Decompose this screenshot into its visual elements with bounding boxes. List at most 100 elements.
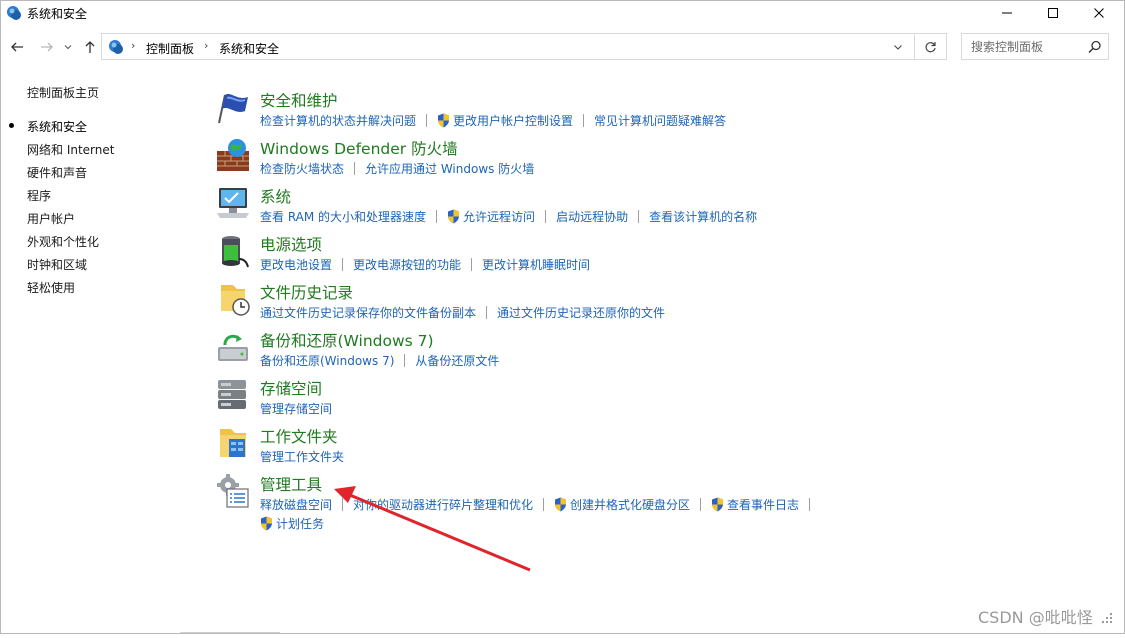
breadcrumb-system-security[interactable]: 系统和安全: [219, 40, 279, 57]
category-title[interactable]: 系统: [260, 185, 291, 207]
divider: [700, 498, 702, 511]
maximize-button[interactable]: [1030, 0, 1076, 26]
category-links: 管理工作文件夹: [260, 448, 344, 465]
link-event-log[interactable]: 查看事件日志: [727, 496, 799, 513]
divider: [404, 354, 406, 367]
link-free-disk-space[interactable]: 释放磁盘空间: [260, 496, 332, 513]
link-sleep-time[interactable]: 更改计算机睡眠时间: [482, 256, 590, 273]
category-links: 更改电池设置 更改电源按钮的功能 更改计算机睡眠时间: [260, 256, 590, 273]
close-icon: [1094, 8, 1104, 18]
sidebar-item-user-accounts[interactable]: 用户帐户: [27, 210, 75, 227]
divider: [486, 306, 488, 319]
divider: [342, 498, 344, 511]
divider: [809, 498, 811, 511]
divider: [471, 258, 473, 271]
link-remote-assist[interactable]: 启动远程协助: [556, 208, 628, 225]
storage-icon: [218, 380, 246, 409]
back-button[interactable]: [8, 37, 26, 57]
sidebar-item-label: 程序: [27, 189, 52, 203]
up-button[interactable]: [81, 37, 99, 57]
minimize-button[interactable]: [984, 0, 1030, 26]
sidebar-item-label: 轻松使用: [27, 281, 76, 295]
sidebar-item-appearance[interactable]: 外观和个性化: [27, 233, 99, 250]
link-defragment[interactable]: 对你的驱动器进行碎片整理和优化: [353, 496, 533, 513]
link-manage-work-folders[interactable]: 管理工作文件夹: [260, 448, 344, 465]
divider: [342, 258, 344, 271]
watermark: CSDN @吡吡怪: [978, 608, 1093, 627]
sidebar-item-label: 系统和安全: [27, 120, 88, 134]
computer-icon: [217, 188, 249, 218]
breadcrumb-control-panel[interactable]: 控制面板: [146, 40, 194, 57]
link-backup-restore[interactable]: 备份和还原(Windows 7): [260, 352, 394, 369]
sidebar-item-label: 时钟和区域: [27, 258, 88, 272]
category-links: 释放磁盘空间 对你的驱动器进行碎片整理和优化 创建并格式化硬盘分区 查看事件日志: [260, 496, 820, 513]
close-button[interactable]: [1076, 0, 1122, 26]
divider: [583, 114, 585, 127]
sidebar-item-label: 控制面板主页: [27, 86, 100, 100]
divider: [914, 34, 915, 59]
recent-locations-button[interactable]: [62, 37, 74, 57]
firewall-icon: [217, 139, 249, 171]
sidebar-item-label: 外观和个性化: [27, 235, 100, 249]
link-schedule-tasks[interactable]: 计划任务: [276, 515, 324, 532]
category-title[interactable]: 电源选项: [260, 233, 322, 255]
uac-shield-icon: [261, 516, 272, 531]
resize-grip-icon[interactable]: [1100, 611, 1114, 625]
search-input[interactable]: [962, 34, 1082, 59]
sidebar-item-label: 硬件和声音: [27, 166, 88, 180]
link-format-partitions[interactable]: 创建并格式化硬盘分区: [570, 496, 690, 513]
sidebar-item-label: 网络和 Internet: [27, 143, 115, 157]
link-allow-app[interactable]: 允许应用通过 Windows 防火墙: [365, 160, 534, 177]
link-change-uac[interactable]: 更改用户帐户控制设置: [453, 112, 573, 129]
link-remote-access[interactable]: 允许远程访问: [463, 208, 535, 225]
sidebar-item-clock-region[interactable]: 时钟和区域: [27, 256, 87, 273]
sidebar-item-network[interactable]: 网络和 Internet: [27, 141, 114, 158]
search-box[interactable]: [961, 33, 1109, 60]
link-restore-files[interactable]: 通过文件历史记录还原你的文件: [497, 304, 665, 321]
category-title[interactable]: 管理工具: [260, 473, 322, 495]
forward-button[interactable]: [38, 37, 56, 57]
flag-icon: [218, 94, 248, 124]
control-panel-icon: [7, 6, 21, 20]
sidebar-item-label: 用户帐户: [27, 212, 76, 226]
link-troubleshoot[interactable]: 常见计算机问题疑难解答: [594, 112, 726, 129]
category-title[interactable]: 文件历史记录: [260, 281, 353, 303]
refresh-button[interactable]: [920, 39, 940, 55]
chevron-right-icon: ›: [131, 39, 136, 52]
category-links-second-row: 计划任务: [260, 515, 324, 532]
link-save-backup[interactable]: 通过文件历史记录保存你的文件备份副本: [260, 304, 476, 321]
link-manage-storage[interactable]: 管理存储空间: [260, 400, 332, 417]
category-links: 检查防火墙状态 允许应用通过 Windows 防火墙: [260, 160, 534, 177]
sidebar-item-programs[interactable]: 程序: [27, 187, 51, 204]
divider: [426, 114, 428, 127]
link-battery-settings[interactable]: 更改电池设置: [260, 256, 332, 273]
work-folders-icon: [220, 429, 246, 457]
uac-shield-icon: [438, 113, 450, 128]
refresh-icon: [924, 41, 936, 52]
link-computer-name[interactable]: 查看该计算机的名称: [649, 208, 757, 225]
divider: [545, 210, 547, 223]
control-panel-icon: [109, 40, 123, 54]
category-title[interactable]: Windows Defender 防火墙: [260, 137, 458, 159]
category-title[interactable]: 存储空间: [260, 377, 322, 399]
sidebar-item-home[interactable]: 控制面板主页: [27, 84, 99, 101]
link-firewall-status[interactable]: 检查防火墙状态: [260, 160, 344, 177]
link-power-button[interactable]: 更改电源按钮的功能: [353, 256, 461, 273]
category-links: 检查计算机的状态并解决问题 更改用户帐户控制设置 常见计算机问题疑难解答: [260, 112, 726, 129]
link-view-ram[interactable]: 查看 RAM 的大小和处理器速度: [260, 208, 426, 225]
category-title[interactable]: 工作文件夹: [260, 425, 338, 447]
sidebar-item-ease-of-access[interactable]: 轻松使用: [27, 279, 75, 296]
address-dropdown-button[interactable]: [890, 39, 906, 55]
category-title[interactable]: 安全和维护: [260, 89, 338, 111]
sidebar-item-hardware-sound[interactable]: 硬件和声音: [27, 164, 87, 181]
search-icon[interactable]: [1087, 39, 1103, 55]
file-history-icon: [221, 285, 250, 316]
category-title[interactable]: 备份和还原(Windows 7): [260, 329, 434, 351]
uac-shield-icon: [712, 497, 724, 512]
category-links: 管理存储空间: [260, 400, 332, 417]
address-bar[interactable]: › 控制面板 › 系统和安全: [101, 33, 947, 60]
sidebar-item-system-security: 系统和安全: [9, 118, 88, 135]
category-links: 通过文件历史记录保存你的文件备份副本 通过文件历史记录还原你的文件: [260, 304, 665, 321]
link-restore-from-backup[interactable]: 从备份还原文件: [415, 352, 499, 369]
link-check-status[interactable]: 检查计算机的状态并解决问题: [260, 112, 416, 129]
